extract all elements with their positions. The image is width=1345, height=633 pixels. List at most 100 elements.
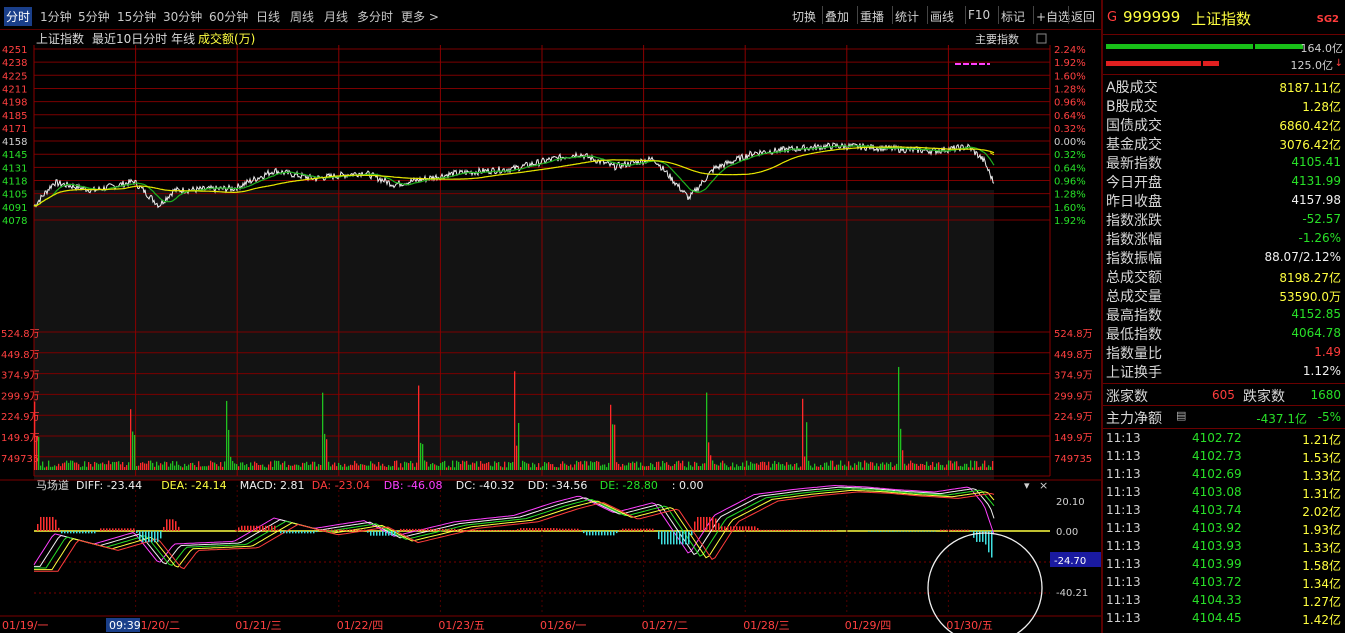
volume-bar xyxy=(230,456,232,470)
tab-0[interactable]: 分时 xyxy=(4,7,33,26)
pct-tick: 1.60% xyxy=(1054,203,1086,214)
volume-bar xyxy=(706,392,708,470)
volume-bar xyxy=(158,465,160,470)
volume-bar xyxy=(232,461,234,470)
volume-bar xyxy=(286,467,288,470)
pct-tick: 1.92% xyxy=(1054,216,1086,227)
macd-bar xyxy=(751,526,753,531)
macd-bar xyxy=(703,516,705,531)
macd-bar xyxy=(493,530,495,531)
macd-bar xyxy=(904,531,906,532)
toolbar-button-2[interactable]: 重播 xyxy=(860,8,884,25)
macd-bar xyxy=(589,531,591,536)
indicator-value: MACD: 2.81 xyxy=(240,479,305,492)
toolbar-button-4[interactable]: 画线 xyxy=(930,8,954,25)
tick-amount: 2.02亿 xyxy=(1302,505,1341,519)
sg-badge[interactable]: SG2 xyxy=(1317,14,1339,25)
volume-bar xyxy=(210,460,212,470)
volume-bar xyxy=(102,462,104,470)
macd-bar xyxy=(679,531,681,545)
volume-bar xyxy=(980,466,982,470)
tab-8[interactable]: 月线 xyxy=(324,8,348,25)
macd-bar xyxy=(742,526,744,531)
volume-bar xyxy=(350,464,352,470)
price-tick: 4091 xyxy=(2,203,27,214)
macd-bar xyxy=(601,531,603,536)
tab-10[interactable]: 更多 > xyxy=(401,8,439,25)
up-bar-left xyxy=(1106,44,1253,49)
macd-bar xyxy=(682,531,684,545)
macd-bar xyxy=(247,525,249,531)
main-flow-amount: -437.1亿 xyxy=(1256,412,1307,426)
stock-code[interactable]: 999999 xyxy=(1123,8,1180,26)
toolbar-button-6[interactable]: 标记 xyxy=(1001,8,1025,25)
tick-amount: 1.42亿 xyxy=(1302,613,1341,627)
tab-2[interactable]: 5分钟 xyxy=(78,8,110,25)
volume-bar xyxy=(496,462,498,470)
tick-time: 11:13 xyxy=(1106,485,1141,499)
macd-bar xyxy=(670,531,672,545)
volume-bar xyxy=(266,467,268,470)
volume-bar xyxy=(250,462,252,470)
toolbar-button-7[interactable]: +自选 xyxy=(1036,8,1070,25)
volume-bar xyxy=(442,461,444,470)
macd-bar xyxy=(910,531,912,532)
volume-bar xyxy=(310,464,312,470)
toolbar-button-1[interactable]: 叠加 xyxy=(825,8,849,25)
macd-bar xyxy=(157,531,159,543)
tab-3[interactable]: 15分钟 xyxy=(117,8,156,25)
volume-bar xyxy=(560,463,562,470)
tab-9[interactable]: 多分时 xyxy=(357,8,393,25)
macd-bar xyxy=(64,531,66,534)
volume-bar xyxy=(674,463,676,470)
volume-bar xyxy=(484,463,486,470)
up-count-label: 涨家数 xyxy=(1106,389,1148,405)
tick-amount: 1.53亿 xyxy=(1302,451,1341,465)
volume-bar xyxy=(334,462,336,470)
collapse-icon[interactable] xyxy=(1036,33,1047,44)
volume-bar xyxy=(736,464,738,470)
price-tick: 4078 xyxy=(2,216,27,227)
macd-bar xyxy=(289,531,291,534)
tick-price: 4103.93 xyxy=(1192,539,1242,553)
main-flow-pct: -5% xyxy=(1317,410,1341,424)
macd-bar xyxy=(49,516,51,531)
volume-bar xyxy=(454,467,456,470)
volume-bar xyxy=(792,466,794,470)
volume-bar xyxy=(550,464,552,470)
macd-bar xyxy=(325,529,327,531)
macd-bar xyxy=(445,528,447,531)
tick-time: 11:13 xyxy=(1106,521,1141,535)
volume-bar xyxy=(474,463,476,470)
volume-bar xyxy=(110,464,112,470)
volume-bar xyxy=(98,464,100,470)
volume-bar xyxy=(528,463,530,470)
list-icon[interactable]: ▤ xyxy=(1176,409,1186,422)
macd-bar xyxy=(649,528,651,531)
macd-bar xyxy=(547,528,549,531)
volume-bar xyxy=(662,460,664,470)
volume-bar xyxy=(160,463,162,470)
tick-amount: 1.27亿 xyxy=(1302,595,1341,609)
tab-6[interactable]: 日线 xyxy=(256,8,280,25)
tick-row: 11:13 4103.72 1.34亿 xyxy=(1106,575,1343,593)
tab-5[interactable]: 60分钟 xyxy=(209,8,248,25)
macd-bar xyxy=(244,525,246,531)
volume-bar xyxy=(898,366,900,470)
stock-name[interactable]: 上证指数 xyxy=(1191,8,1251,29)
volume-bar xyxy=(950,460,952,470)
macd-bar xyxy=(808,530,810,531)
main-flow-row[interactable]: 主力净额 ▤ -437.1亿 -5% xyxy=(1106,408,1343,427)
tab-1[interactable]: 1分钟 xyxy=(40,8,72,25)
tab-7[interactable]: 周线 xyxy=(290,8,314,25)
volume-bar xyxy=(378,461,380,470)
tab-4[interactable]: 30分钟 xyxy=(163,8,202,25)
toolbar-button-8[interactable]: 返回 xyxy=(1071,8,1095,25)
toolbar-button-5[interactable]: F10 xyxy=(968,8,990,22)
macd-bar xyxy=(583,531,585,534)
toolbar-button-3[interactable]: 统计 xyxy=(895,8,919,25)
volume-bar xyxy=(870,461,872,470)
volume-bar xyxy=(688,461,690,470)
toolbar-button-0[interactable]: 切换 xyxy=(792,8,816,25)
volume-bar xyxy=(744,466,746,470)
